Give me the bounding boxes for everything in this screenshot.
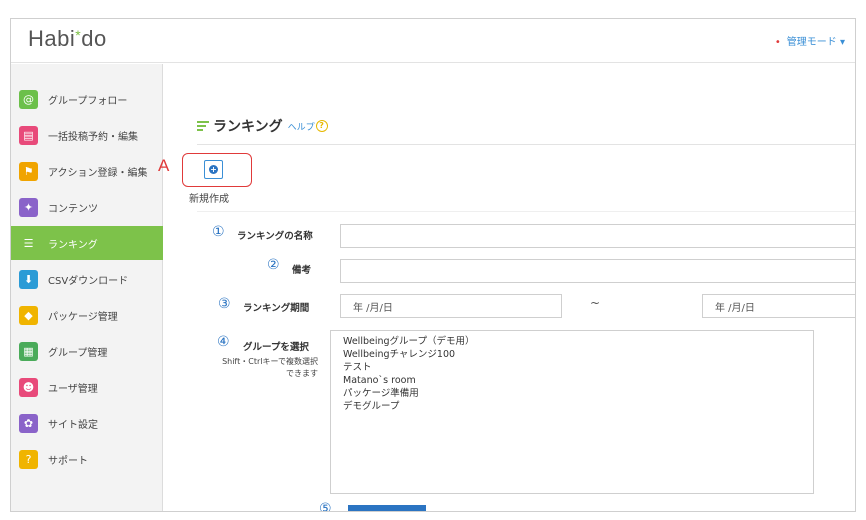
ranking-period-label: ランキング期間: [243, 303, 310, 314]
book-icon: ✦: [19, 197, 38, 217]
ranking-title-icon: [197, 121, 209, 131]
move-groups-button[interactable]: ＞＞⬇＜＜: [348, 505, 426, 511]
sidebar-item[interactable]: ◆ パッケージ管理: [11, 298, 163, 332]
group-option[interactable]: パッケージ準備用: [343, 387, 801, 400]
sidebar-item[interactable]: ⚑ アクション登録・編集: [11, 154, 163, 188]
sidebar-item[interactable]: ? サポート: [11, 442, 163, 476]
sidebar-item[interactable]: @ グループフォロー: [11, 82, 163, 116]
sidebar-item-label: グループフォロー: [48, 95, 128, 107]
group-select-label: グループを選択: [243, 342, 309, 353]
page-header: ランキング ヘルプ ?: [197, 116, 328, 136]
sidebar-item-label: アクション登録・編集: [48, 167, 148, 179]
new-create-button[interactable]: +: [204, 160, 223, 179]
group-option[interactable]: Wellbeingチャレンジ100: [343, 348, 801, 361]
new-create-label: 新規作成: [189, 194, 229, 205]
period-start-date-input[interactable]: 年 /月/日: [340, 294, 562, 318]
sidebar-item-label: ユーザ管理: [48, 383, 98, 395]
marker-2: ②: [267, 257, 280, 273]
divider: [197, 211, 855, 212]
divider: [197, 144, 855, 145]
download-icon: ⬇: [19, 269, 38, 289]
group-option[interactable]: テスト: [343, 361, 801, 374]
sidebar-item-label: CSVダウンロード: [48, 275, 129, 287]
users-icon: ☻: [19, 377, 38, 397]
sidebar-item[interactable]: ⬇ CSVダウンロード: [11, 262, 163, 296]
logo-text-prefix: Habi: [28, 26, 76, 51]
sidebar-item-label: サポート: [48, 455, 88, 467]
plus-icon: +: [209, 165, 218, 174]
marker-1: ①: [212, 224, 225, 240]
group-option[interactable]: デモグループ: [343, 400, 801, 413]
header: Habi*do • 管理モード ▾: [11, 19, 855, 63]
ranking-icon: ☰: [23, 236, 34, 250]
group-grid-icon: ▦: [19, 341, 38, 361]
period-end-date-input[interactable]: 年 /月/日: [702, 294, 855, 318]
admin-mode-label: 管理モード ▾: [786, 37, 845, 48]
page-title: ランキング: [213, 119, 283, 135]
marker-3: ③: [218, 296, 231, 312]
status-dot-icon: •: [774, 37, 781, 48]
package-icon: ◆: [19, 305, 38, 325]
chat-icon: ▤: [19, 125, 38, 145]
logo[interactable]: Habi*do: [28, 26, 107, 52]
main-content: ランキング ヘルプ ? + 新規作成 ① ランキングの名称 ② 備考 ③ ランキ…: [164, 64, 855, 512]
sidebar-item-label: コンテンツ: [48, 203, 98, 215]
sidebar-item-label: サイト設定: [48, 419, 98, 431]
sidebar-item[interactable]: ☰ ランキング: [11, 226, 163, 260]
hint-line: できます: [286, 369, 318, 378]
ear-icon: @: [19, 89, 38, 109]
ranking-name-input[interactable]: [340, 224, 855, 248]
marker-a: A: [158, 156, 170, 175]
sidebar-item[interactable]: ▦ グループ管理: [11, 334, 163, 368]
note-label: 備考: [292, 265, 312, 276]
logo-star-icon: *: [75, 27, 82, 43]
sidebar-item-label: 一括投稿予約・編集: [48, 131, 138, 143]
gear-icon: ✿: [19, 413, 38, 433]
sidebar-item[interactable]: ▤ 一括投稿予約・編集: [11, 118, 163, 152]
help-icon[interactable]: ?: [315, 120, 328, 132]
group-option[interactable]: Wellbeingグループ（デモ用）: [343, 335, 801, 348]
period-separator: ~: [590, 296, 601, 310]
group-option[interactable]: Matano`s room: [343, 374, 801, 387]
sidebar-item-label: ランキング: [48, 239, 98, 251]
sidebar-item[interactable]: ✿ サイト設定: [11, 406, 163, 440]
group-listbox[interactable]: Wellbeingグループ（デモ用） Wellbeingチャレンジ100 テスト Ma…: [330, 330, 814, 494]
note-input[interactable]: [340, 259, 855, 283]
sidebar-item[interactable]: ☻ ユーザ管理: [11, 370, 163, 404]
marker-4: ④: [217, 334, 230, 350]
marker-5: ⑤: [319, 501, 332, 512]
sidebar-item[interactable]: ✦ コンテンツ: [11, 190, 163, 224]
logo-text-suffix: do: [81, 26, 107, 51]
sidebar: @ グループフォロー ▤ 一括投稿予約・編集 ⚑ アクション登録・編集 ✦ コンテンツ ☰ ランキ…: [11, 64, 163, 511]
help-circle-icon: ?: [19, 449, 38, 469]
flag-icon: ⚑: [19, 161, 38, 181]
app-window: Habi*do • 管理モード ▾ @ グループフォロー ▤ 一括投稿予約・編集 ⚑ アクシ…: [10, 18, 856, 512]
hint-line: Shift・Ctrlキーで複数選択: [222, 357, 318, 366]
admin-mode-dropdown[interactable]: • 管理モード ▾: [775, 33, 845, 48]
ranking-name-label: ランキングの名称: [237, 231, 313, 242]
group-select-hint: Shift・Ctrlキーで複数選択 できます: [204, 356, 318, 380]
sidebar-item-label: グループ管理: [48, 347, 108, 359]
help-link[interactable]: ヘルプ: [288, 120, 315, 133]
sidebar-item-label: パッケージ管理: [48, 311, 118, 323]
